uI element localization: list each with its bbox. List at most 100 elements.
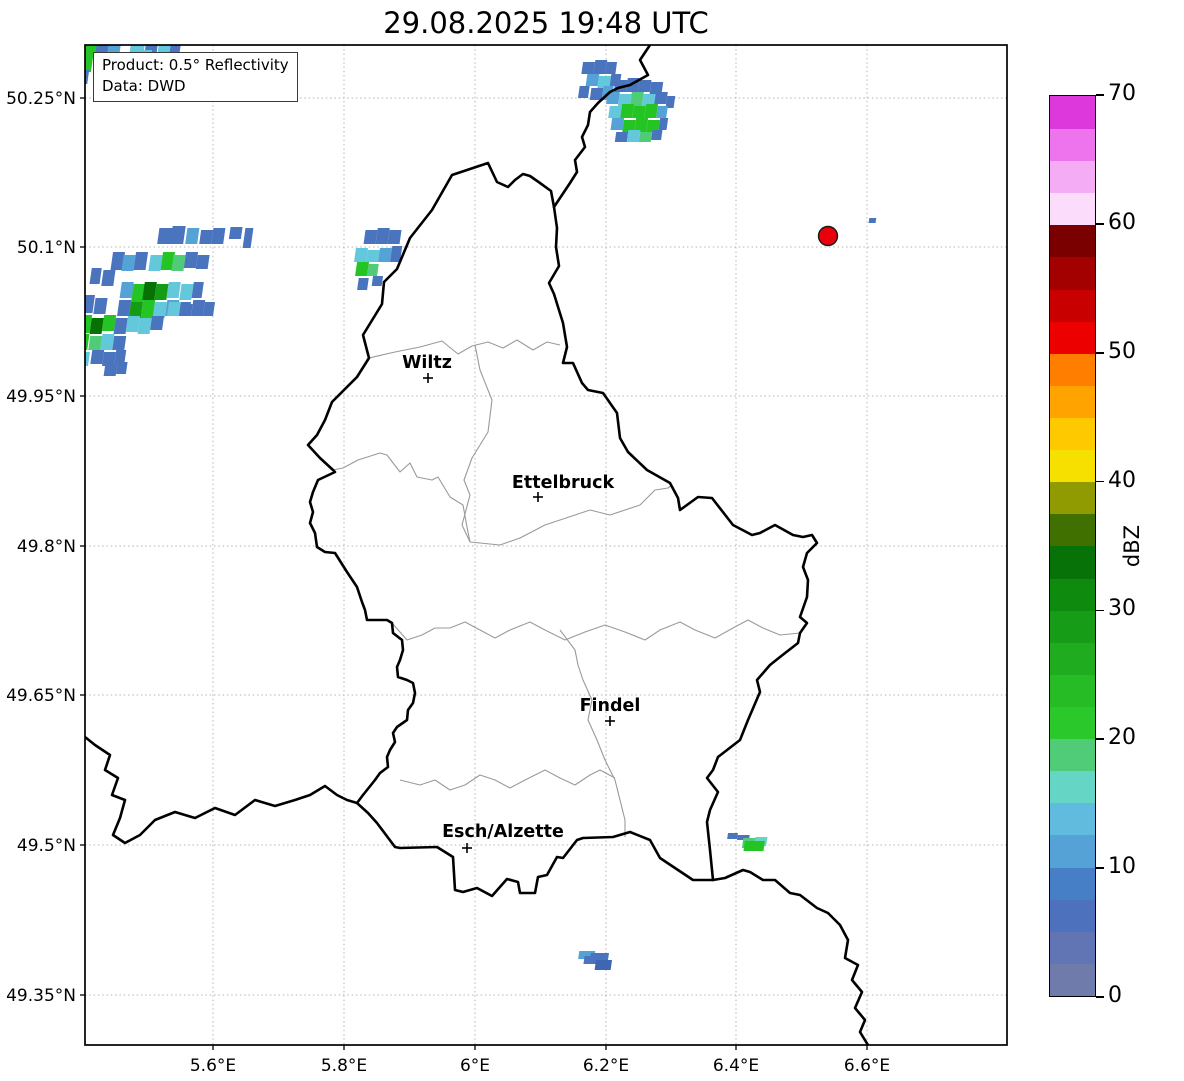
echo-cell: [191, 300, 206, 316]
city-label-esch-alzette: Esch/Alzette: [442, 822, 564, 842]
echo-cell: [629, 92, 644, 106]
colorbar-segment: [1050, 449, 1095, 483]
colorbar-segment: [1050, 706, 1095, 740]
echo-cell: [608, 106, 622, 118]
colorbar-segment: [1050, 224, 1095, 258]
echo-cell: [170, 226, 186, 244]
echo-cell: [354, 248, 368, 262]
echo-cell: [125, 316, 141, 332]
echo-cell: [638, 132, 653, 142]
echo-cell: [593, 60, 608, 74]
echo-cell: [148, 255, 163, 271]
lat-tick-label: 49.95°N: [6, 387, 76, 407]
echo-cell: [634, 118, 649, 132]
echo-cell: [101, 270, 116, 286]
echo-cell: [363, 230, 378, 244]
echo-cell: [112, 336, 127, 350]
echo-cell: [90, 350, 105, 364]
colorbar-segment: [1050, 866, 1095, 900]
colorbar-tick-mark: [1096, 996, 1104, 998]
echo-cell: [366, 250, 380, 262]
colorbar-segment: [1050, 481, 1095, 515]
echo-cell: [128, 302, 144, 318]
echo-cell: [367, 264, 379, 276]
echo-cell: [614, 132, 629, 142]
echo-cell: [355, 262, 370, 276]
colorbar-segment: [1050, 577, 1095, 611]
colorbar-tick-label: 0: [1108, 983, 1122, 1008]
echo-cell: [211, 228, 226, 244]
echo-cell: [113, 318, 128, 334]
lat-tick-label: 49.35°N: [6, 986, 76, 1006]
colorbar-tick-mark: [1096, 738, 1104, 741]
colorbar-segment: [1050, 321, 1095, 354]
echo-cell: [637, 80, 652, 92]
lon-tick-label: 6°E: [460, 1056, 490, 1076]
colorbar-tick-mark: [1096, 94, 1104, 96]
echo-cell: [651, 130, 663, 140]
colorbar-segment: [1050, 963, 1095, 996]
echo-cell: [654, 92, 668, 104]
lat-tick-label: 50.1°N: [17, 238, 76, 258]
colorbar-tick-mark: [1096, 223, 1104, 225]
echo-cell: [620, 104, 635, 118]
echo-cell: [102, 352, 116, 366]
echo-cell: [644, 104, 659, 118]
echo-cell: [167, 302, 182, 316]
radar-site-marker: [817, 225, 839, 247]
colorbar-segment: [1050, 288, 1095, 322]
echo-cell: [115, 362, 128, 374]
radar-figure-page: { "title": "29.08.2025 19:48 UTC", "lege…: [0, 0, 1184, 1081]
echo-cell: [610, 118, 625, 130]
echo-cell: [375, 228, 390, 244]
echo-cell: [179, 284, 194, 300]
echo-cell: [154, 284, 169, 300]
city-label-wiltz: Wiltz: [402, 353, 452, 373]
plot-background: [85, 45, 1007, 1045]
echo-cell: [150, 316, 165, 330]
colorbar-tick-mark: [1096, 351, 1104, 354]
colorbar-segment: [1050, 899, 1095, 932]
echo-cell: [658, 118, 669, 130]
echo-cell: [89, 318, 104, 334]
colorbar-segment: [1050, 513, 1095, 547]
legend-data-line: Data: DWD: [102, 77, 186, 96]
echo-cell: [199, 230, 214, 244]
colorbar-segment: [1050, 96, 1095, 129]
echo-cell: [378, 248, 392, 262]
colorbar-tick-label: 50: [1108, 338, 1136, 364]
colorbar: [1049, 95, 1096, 997]
echo-cell: [185, 228, 200, 244]
echo-cell: [179, 304, 193, 316]
colorbar-segment: [1050, 160, 1095, 194]
lon-tick-label: 6.4°E: [713, 1056, 759, 1076]
lat-tick-label: 49.5°N: [17, 836, 76, 856]
map-canvas: Wiltz Ettelbruck Findel Esch/Alzette 50.25°…: [6, 44, 1008, 1076]
colorbar-tick-label: 30: [1108, 596, 1136, 622]
colorbar-segment: [1050, 610, 1095, 643]
echo-cell: [577, 86, 590, 98]
legend-product-line: Product: 0.5° Reflectivity: [102, 56, 289, 74]
colorbar-segment: [1050, 802, 1095, 836]
echo-cell: [585, 74, 600, 86]
echo-cell: [169, 45, 182, 52]
echo-cell: [228, 227, 243, 239]
colorbar-segment: [1050, 128, 1095, 162]
map-legend: Product: 0.5° Reflectivity Data: DWD: [93, 52, 298, 102]
lat-tick-label: 50.25°N: [6, 89, 76, 109]
lon-tick-label: 5.8°E: [321, 1056, 367, 1076]
echo-cell: [152, 302, 168, 318]
colorbar-tick-mark: [1096, 867, 1104, 869]
echo-cell: [137, 318, 152, 334]
lon-tick-label: 6.6°E: [844, 1056, 890, 1076]
echo-cell: [140, 300, 156, 318]
colorbar-segment: [1050, 192, 1095, 226]
echo-cell: [166, 282, 181, 298]
echo-cell: [183, 252, 199, 268]
colorbar-segment: [1050, 642, 1095, 675]
echo-cell: [119, 282, 134, 298]
city-label-ettelbruck: Ettelbruck: [512, 473, 615, 493]
colorbar-tick-label: 20: [1108, 725, 1136, 751]
echo-cell: [93, 298, 108, 314]
colorbar-tick-mark: [1096, 609, 1104, 612]
